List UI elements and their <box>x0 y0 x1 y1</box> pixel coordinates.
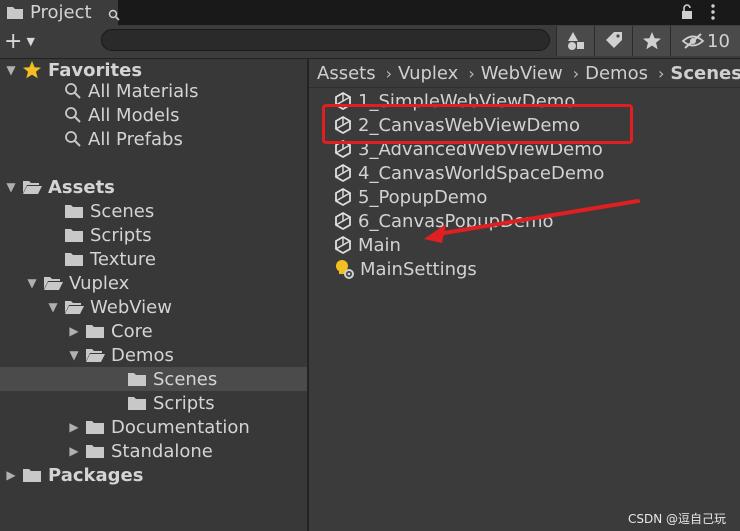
search-icon <box>108 9 120 21</box>
annotation-arrow <box>424 199 640 243</box>
watermark: CSDN @逗自己玩 <box>628 512 727 526</box>
